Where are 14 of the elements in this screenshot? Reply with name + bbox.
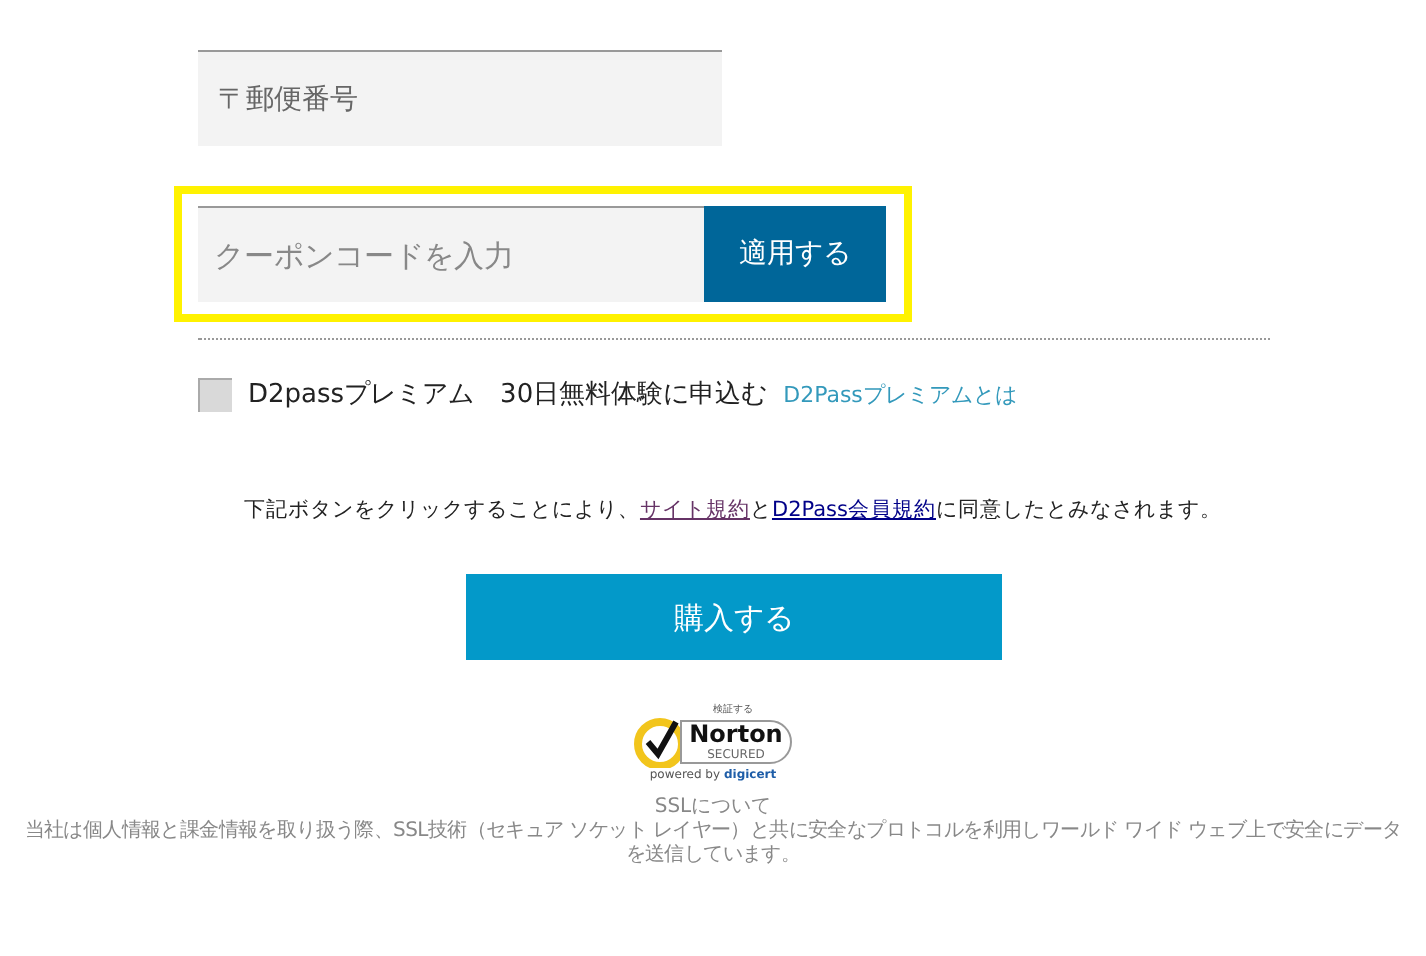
premium-info-link[interactable]: D2Passプレミアムとは bbox=[783, 379, 1017, 412]
site-terms-link[interactable]: サイト規約 bbox=[639, 497, 750, 521]
postal-code-field[interactable]: 〒郵便番号 bbox=[198, 50, 722, 146]
ssl-description-line: を送信しています。 bbox=[625, 844, 801, 869]
ssl-description-line: 当社は個人情報と課金情報を取り扱う際、SSL技術（セキュア ソケット レイヤー）と共に安全なプロトコルを利用しワールド ワイド ウェブ上で安全にデータ bbox=[24, 820, 1402, 844]
member-terms-link[interactable]: D2Pass会員規約 bbox=[771, 497, 936, 521]
purchase-button[interactable]: 購入する bbox=[466, 574, 1002, 661]
coupon-code-field[interactable]: クーポンコードを入力 bbox=[198, 206, 704, 302]
ssl-title: SSLについて bbox=[654, 796, 772, 819]
apply-button[interactable]: 適用する bbox=[704, 206, 886, 302]
checkbox[interactable] bbox=[198, 378, 232, 413]
agreement-text: 下記ボタンをクリックすることにより、サイト規約 と D2Pass会員規約に同意したとみなされます。 bbox=[243, 495, 1222, 525]
checkbox-label: D2passプレミアム 30日無料体験に申込む bbox=[248, 378, 768, 414]
badge-brand: Norton bbox=[689, 722, 783, 749]
